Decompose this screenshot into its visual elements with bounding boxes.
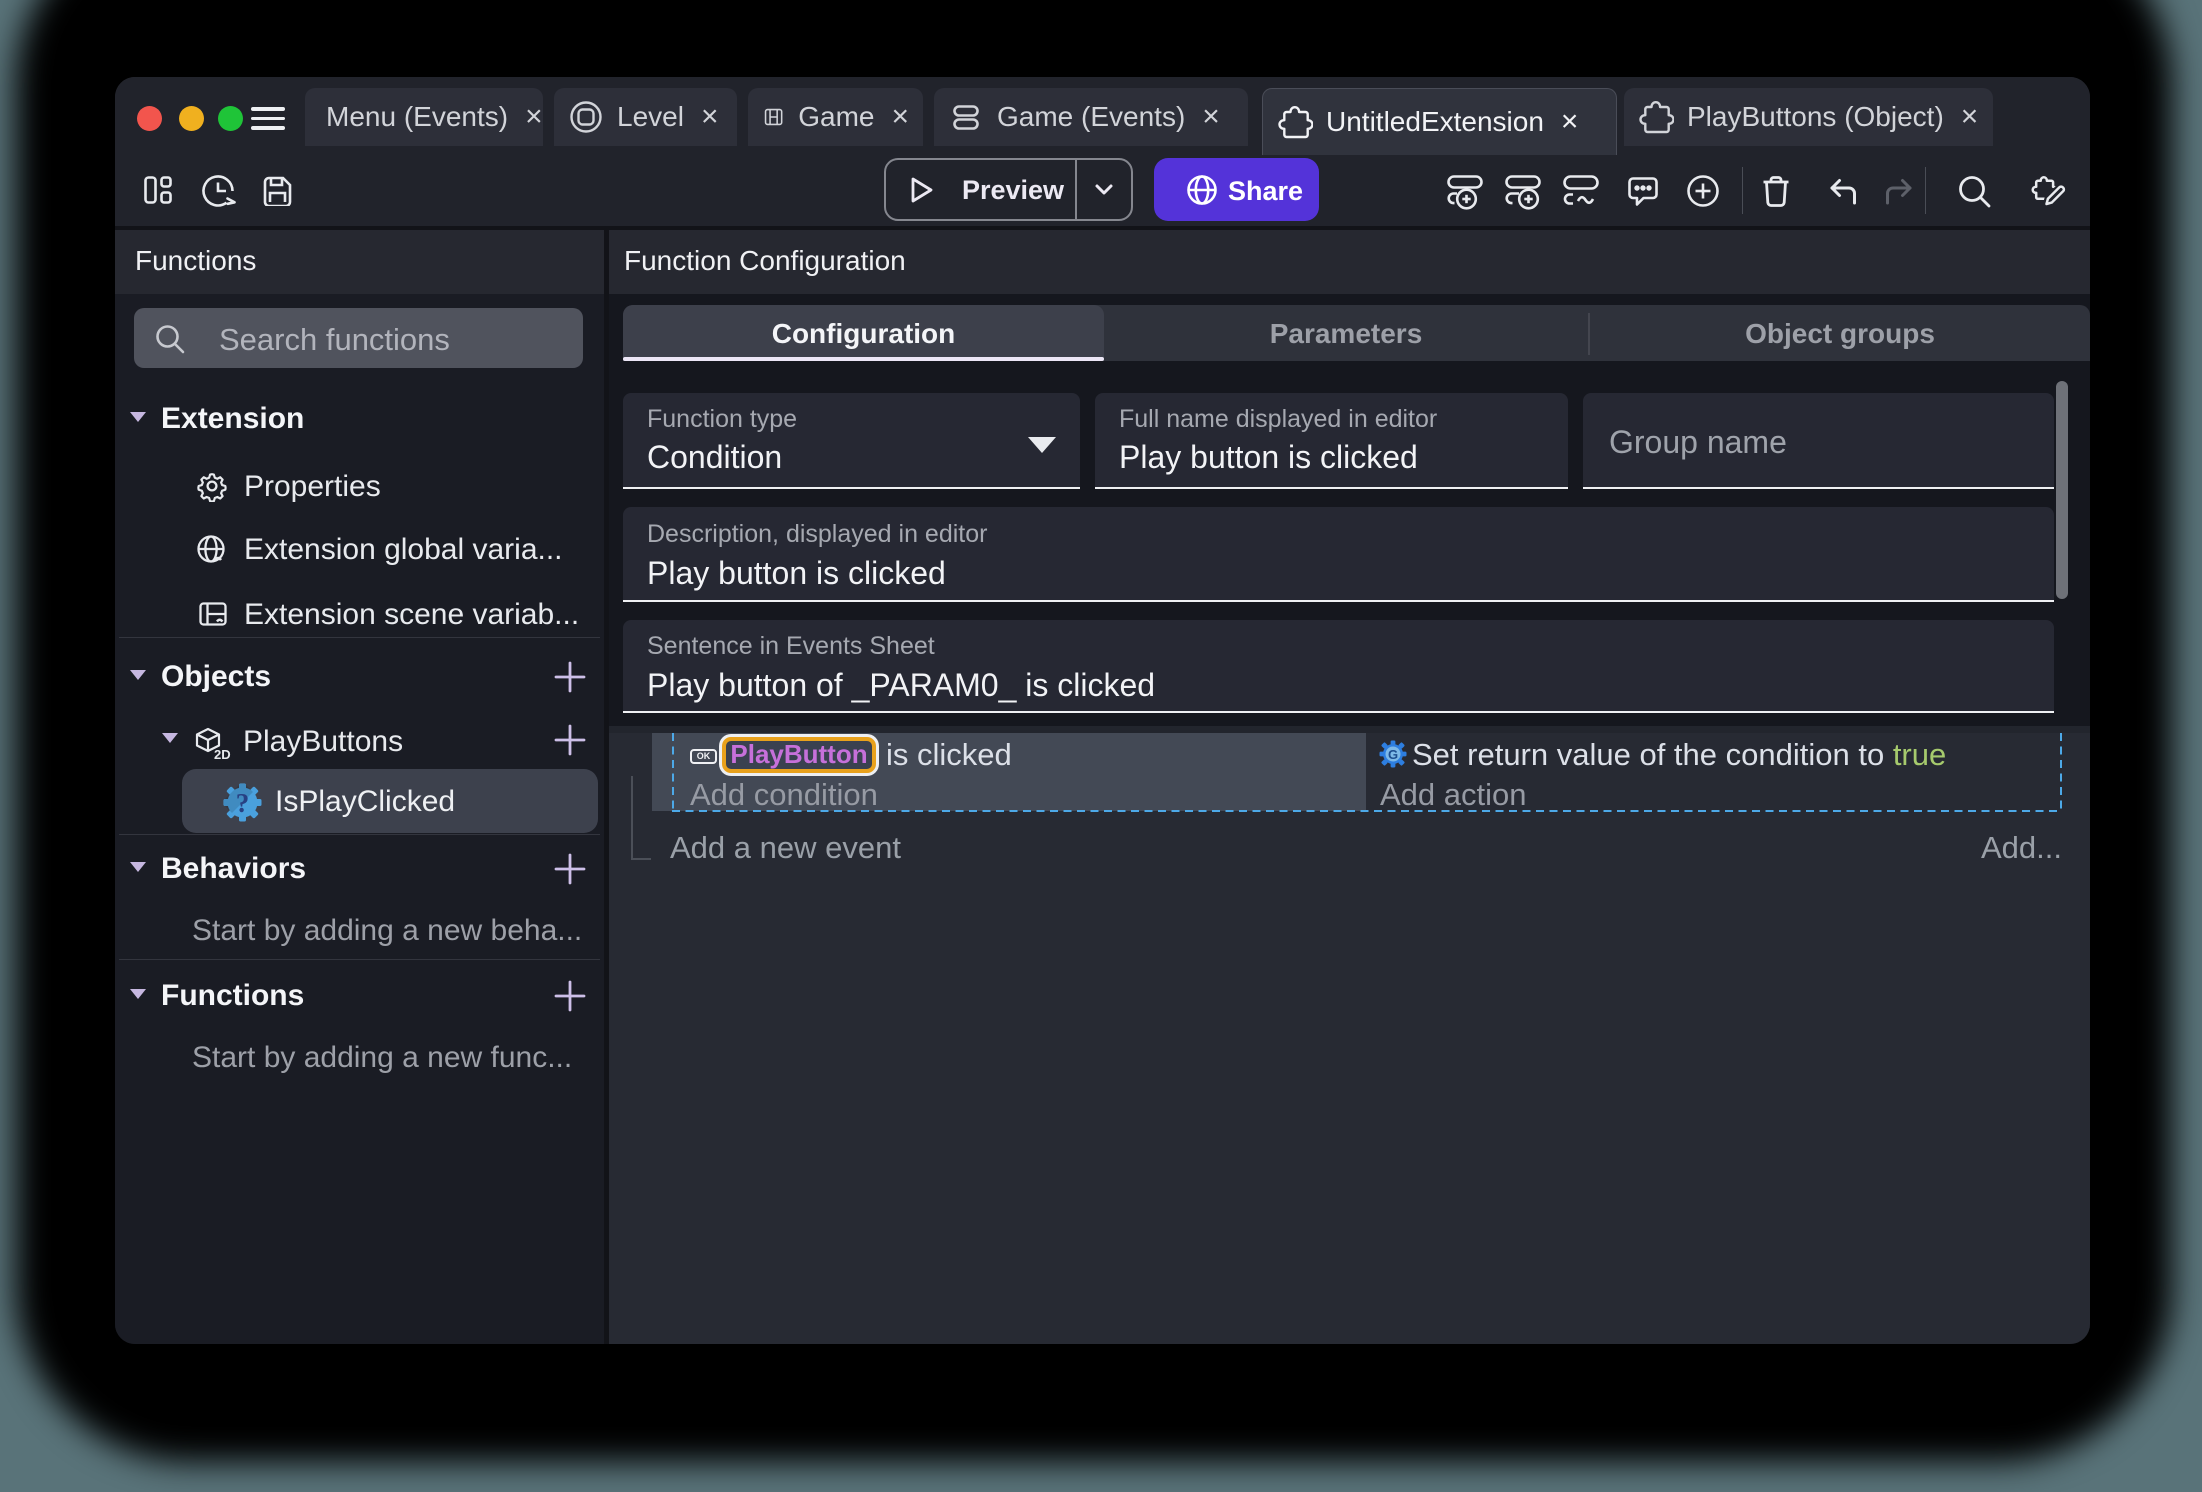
svg-text:G: G <box>1388 747 1398 762</box>
svg-text:?: ? <box>236 788 250 818</box>
